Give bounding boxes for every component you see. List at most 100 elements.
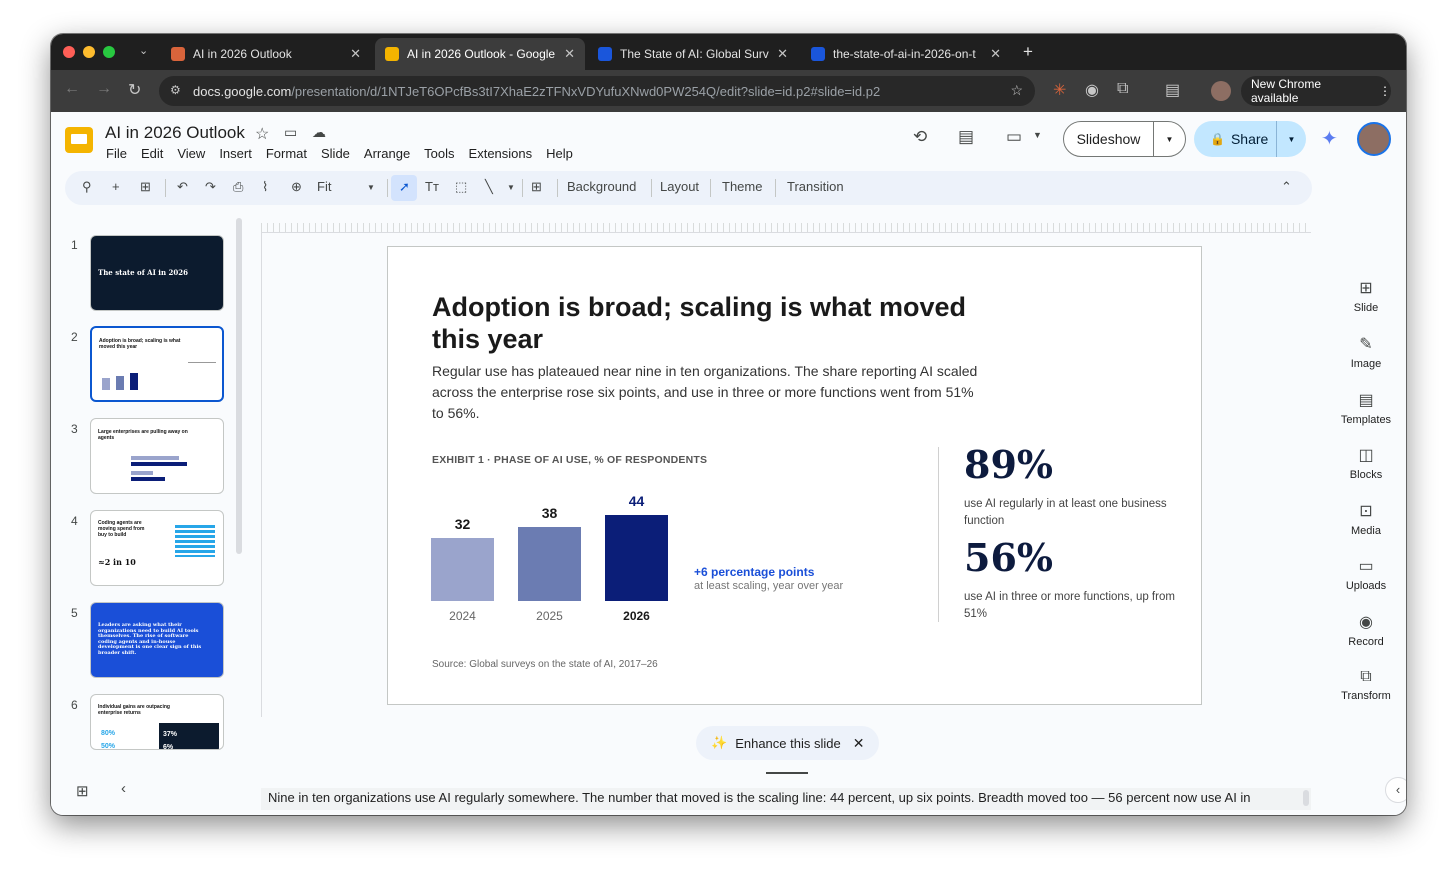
reload-icon[interactable]: ↻ [128, 80, 141, 100]
side-panel-transform[interactable]: ⧉ Transform [1330, 668, 1402, 702]
stat-56-description[interactable]: use AI in three or more functions, up fr… [964, 589, 1179, 623]
share-dropdown-icon[interactable]: ▼ [1276, 121, 1306, 157]
new-tab-button[interactable]: + [1023, 42, 1033, 62]
slide-2[interactable]: Adoption is broad; scaling is what moved… [387, 246, 1202, 705]
line-icon[interactable]: ╲ [485, 179, 493, 195]
share-button[interactable]: 🔒 Share ▼ [1194, 121, 1306, 157]
stat-89-value[interactable]: 89% [964, 442, 1053, 487]
grid-view-icon[interactable]: ⊞ [76, 782, 89, 800]
dismiss-icon[interactable]: ✕ [853, 735, 865, 752]
menu-insert[interactable]: Insert [219, 146, 252, 161]
back-arrow-icon[interactable]: ← [64, 80, 80, 98]
tab-search-icon[interactable]: ⌄ [139, 44, 148, 57]
delta-sub-label[interactable]: at least scaling, year over year [694, 580, 843, 592]
document-title[interactable]: AI in 2026 Outlook [105, 123, 245, 143]
menu-file[interactable]: File [106, 146, 127, 161]
layout-button[interactable]: Layout [660, 179, 699, 194]
slideshow-dropdown-icon[interactable]: ▼ [1153, 122, 1185, 156]
account-avatar[interactable] [1357, 122, 1391, 156]
collapse-filmstrip-icon[interactable]: ‹ [121, 780, 126, 797]
select-cursor-icon[interactable]: ➚ [399, 179, 410, 195]
slide-thumbnail-6[interactable]: Individual gains are outpacing enterpris… [90, 694, 224, 750]
undo-icon[interactable]: ↶ [177, 179, 188, 195]
zoom-dropdown-icon[interactable]: ▼ [367, 183, 375, 192]
menu-extensions[interactable]: Extensions [469, 146, 533, 161]
tab-3[interactable]: The State of AI: Global Survey ✕ [588, 38, 798, 70]
side-panel-uploads[interactable]: ▭ Uploads [1330, 556, 1402, 592]
speaker-notes[interactable]: Nine in ten organizations use AI regular… [261, 788, 1311, 810]
close-tab-icon[interactable]: ✕ [350, 46, 361, 62]
stat-56-value[interactable]: 56% [964, 535, 1053, 580]
meet-video-icon[interactable]: ▭ [1006, 127, 1022, 147]
close-tab-icon[interactable]: ✕ [564, 46, 575, 62]
profile-avatar[interactable] [1211, 81, 1231, 101]
menu-tools[interactable]: Tools [424, 146, 454, 161]
theme-button[interactable]: Theme [722, 179, 762, 194]
notes-scrollbar[interactable] [1303, 790, 1309, 806]
insert-comment-icon[interactable]: ⊞ [531, 179, 542, 195]
menu-arrange[interactable]: Arrange [364, 146, 410, 161]
source-note[interactable]: Source: Global surveys on the state of A… [432, 659, 658, 670]
image-shape-icon[interactable]: ⬚ [455, 179, 467, 195]
claude-extension-icon[interactable]: ✳ [1053, 80, 1066, 100]
tab-4[interactable]: the-state-of-ai-in-2026-on-t ✕ [801, 38, 1011, 70]
new-slide-layout-icon[interactable]: ⊞ [140, 179, 151, 195]
slide-thumbnail-1[interactable]: The state of AI in 2026 [90, 235, 224, 311]
extension-icon[interactable]: ◉ [1085, 80, 1099, 100]
filmstrip-scrollbar[interactable] [236, 218, 242, 554]
extensions-puzzle-icon[interactable]: ⧉ [1117, 80, 1128, 98]
delta-label[interactable]: +6 percentage points [694, 565, 814, 579]
stat-89-description[interactable]: use AI regularly in at least one busines… [964, 496, 1179, 530]
menu-slide[interactable]: Slide [321, 146, 350, 161]
search-menus-icon[interactable]: ⚲ [82, 179, 92, 195]
move-folder-icon[interactable]: ▭ [284, 124, 297, 141]
site-info-icon[interactable]: ⚙ [170, 83, 181, 97]
menu-help[interactable]: Help [546, 146, 573, 161]
enhance-slide-chip[interactable]: ✨ Enhance this slide ✕ [696, 726, 879, 760]
slides-logo-icon[interactable] [65, 127, 93, 153]
collapse-toolbar-icon[interactable]: ⌃ [1281, 179, 1292, 195]
menu-format[interactable]: Format [266, 146, 307, 161]
zoom-icon[interactable]: ⊕ [291, 179, 302, 195]
gemini-sparkle-icon[interactable]: ✦ [1321, 126, 1338, 151]
tab-1[interactable]: AI in 2026 Outlook ✕ [161, 38, 371, 70]
slide-thumbnail-3[interactable]: Large enterprises are pulling away on ag… [90, 418, 224, 494]
bookmark-star-icon[interactable]: ☆ [1010, 82, 1023, 99]
close-tab-icon[interactable]: ✕ [777, 46, 788, 62]
side-panel-slide[interactable]: ⊞ Slide [1330, 278, 1402, 314]
print-icon[interactable]: ⎙ [233, 179, 243, 195]
slideshow-button[interactable]: Slideshow ▼ [1063, 121, 1186, 157]
meet-dropdown-icon[interactable]: ▼ [1033, 130, 1042, 140]
line-dropdown-icon[interactable]: ▼ [507, 183, 515, 192]
slide-thumbnail-4[interactable]: Coding agents are moving spend from buy … [90, 510, 224, 586]
paint-format-icon[interactable]: ⌇ [262, 179, 268, 195]
menu-view[interactable]: View [177, 146, 205, 161]
expand-side-panel-icon[interactable]: ‹ [1385, 777, 1406, 803]
zoom-window-button[interactable] [103, 46, 115, 58]
transition-button[interactable]: Transition [787, 179, 844, 194]
side-panel-blocks[interactable]: ◫ Blocks [1330, 445, 1402, 481]
background-button[interactable]: Background [567, 179, 636, 194]
redo-icon[interactable]: ↷ [205, 179, 216, 195]
slide-body-text[interactable]: Regular use has plateaued near nine in t… [432, 361, 982, 424]
chrome-update-button[interactable]: New Chrome available ⋮ [1241, 76, 1391, 106]
address-bar[interactable]: ⚙ docs.google.com/presentation/d/1NTJeT6… [159, 76, 1035, 106]
side-panel-media[interactable]: ⊡ Media [1330, 501, 1402, 537]
comments-icon[interactable]: ▤ [958, 127, 974, 147]
new-slide-icon[interactable]: + [112, 179, 120, 194]
side-panel-record[interactable]: ◉ Record [1330, 612, 1402, 648]
minimize-window-button[interactable] [83, 46, 95, 58]
slide-thumbnail-5[interactable]: Leaders are asking what their organizati… [90, 602, 224, 678]
exhibit-label[interactable]: EXHIBIT 1 · PHASE OF AI USE, % OF RESPON… [432, 454, 707, 466]
menu-edit[interactable]: Edit [141, 146, 163, 161]
version-history-icon[interactable]: ⟲ [913, 127, 927, 147]
forward-arrow-icon[interactable]: → [96, 80, 112, 98]
text-box-icon[interactable]: Tт [425, 179, 439, 194]
side-panel-image[interactable]: ✎ Image [1330, 334, 1402, 370]
zoom-select[interactable]: Fit [317, 179, 331, 194]
side-panel-templates[interactable]: ▤ Templates [1330, 390, 1402, 426]
close-tab-icon[interactable]: ✕ [990, 46, 1001, 62]
slide-thumbnail-2[interactable]: Adoption is broad; scaling is what moved… [90, 326, 224, 402]
notes-resize-handle[interactable] [766, 772, 808, 774]
close-window-button[interactable] [63, 46, 75, 58]
